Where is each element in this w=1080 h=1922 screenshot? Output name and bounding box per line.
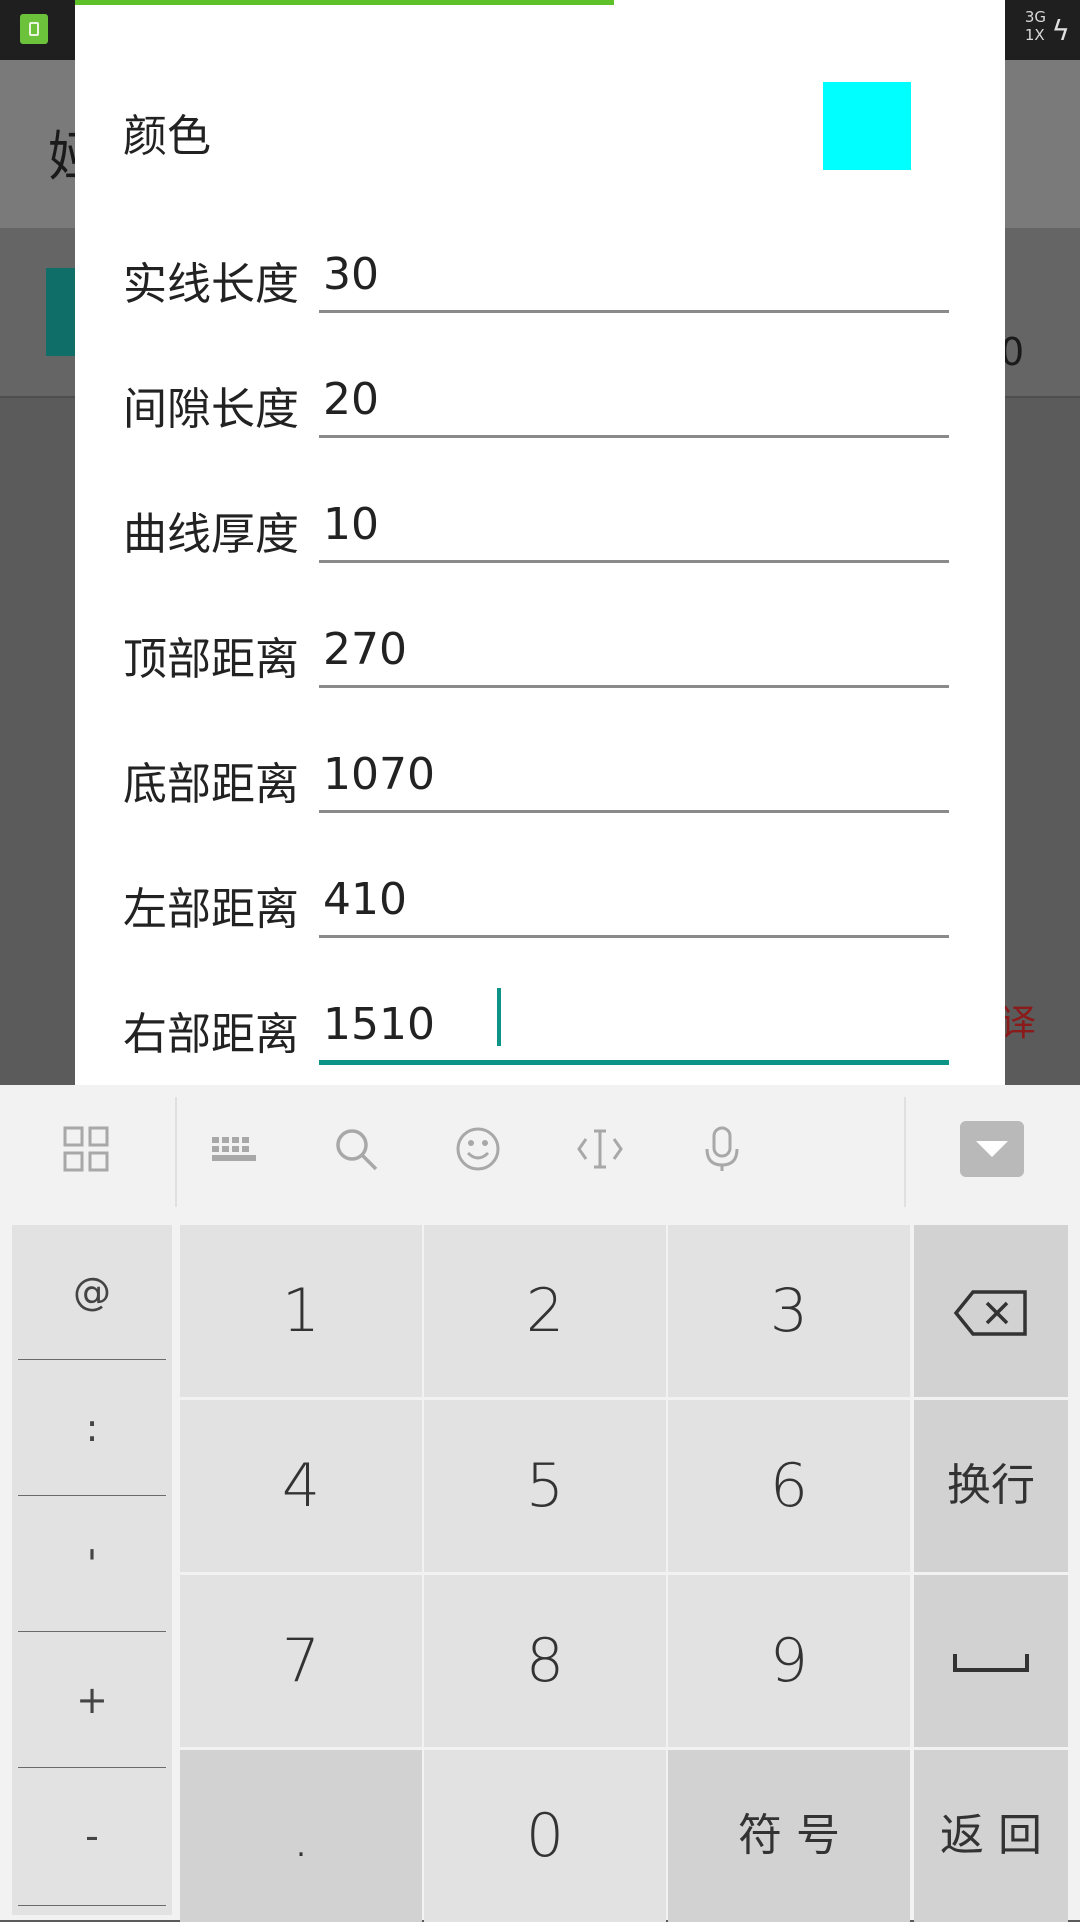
key-dot[interactable]: . (180, 1750, 422, 1922)
field-solid-length: 实线长度 (123, 222, 963, 322)
space-icon (953, 1654, 1029, 1672)
cursor-icon[interactable] (570, 1125, 630, 1185)
field-right-distance: 右部距离 (123, 972, 963, 1072)
key-minus[interactable]: - (12, 1769, 172, 1903)
dialog-progress-bar (75, 0, 1005, 5)
grid-icon[interactable] (56, 1125, 116, 1185)
battery-icon (20, 14, 48, 44)
enter-key[interactable]: 换行 (914, 1400, 1068, 1572)
left-distance-input[interactable] (319, 869, 949, 938)
network-label-3g: 3G (1024, 8, 1046, 26)
symbol-divider (18, 1495, 166, 1496)
key-at[interactable]: @ (12, 1225, 172, 1359)
line-settings-dialog: 颜色 实线长度 间隙长度 曲线厚度 顶部距离 底部距离 左部距离 右部距离 (75, 0, 1005, 1085)
emoji-icon[interactable] (448, 1125, 508, 1185)
field-label: 左部距离 (123, 884, 299, 935)
symbol-divider (18, 1767, 166, 1768)
back-key[interactable]: 返 回 (914, 1750, 1068, 1922)
toolbar-divider (904, 1097, 906, 1207)
gap-length-input[interactable] (319, 369, 949, 438)
key-2[interactable]: 2 (424, 1225, 666, 1397)
field-gap-length: 间隙长度 (123, 347, 963, 447)
field-label: 底部距离 (123, 759, 299, 810)
key-4[interactable]: 4 (180, 1400, 422, 1572)
search-icon[interactable] (326, 1125, 386, 1185)
solid-length-input[interactable] (319, 244, 949, 313)
network-label-1x: 1X (1024, 26, 1045, 44)
keyboard-icon[interactable] (204, 1125, 264, 1185)
key-6[interactable]: 6 (668, 1400, 910, 1572)
charging-icon: ϟ (1051, 14, 1070, 47)
curve-thickness-input[interactable] (319, 494, 949, 563)
field-label: 右部距离 (123, 1009, 299, 1060)
key-1[interactable]: 1 (180, 1225, 422, 1397)
symbol-column: @ : ' + - (12, 1225, 172, 1915)
field-left-distance: 左部距离 (123, 847, 963, 947)
key-0[interactable]: 0 (424, 1750, 666, 1922)
progress-fill (75, 0, 615, 5)
microphone-icon[interactable] (692, 1125, 752, 1185)
field-label: 曲线厚度 (123, 509, 299, 560)
key-9[interactable]: 9 (668, 1575, 910, 1747)
symbol-divider (18, 1631, 166, 1632)
toolbar-divider (175, 1097, 177, 1207)
background-red-text: 译 (1000, 1003, 1037, 1044)
key-7[interactable]: 7 (180, 1575, 422, 1747)
field-top-distance: 顶部距离 (123, 597, 963, 697)
bottom-distance-input[interactable] (319, 744, 949, 813)
symbol-divider (18, 1905, 166, 1906)
field-curve-thickness: 曲线厚度 (123, 472, 963, 572)
keyboard-toolbar (0, 1085, 1080, 1220)
collapse-keyboard-icon[interactable] (960, 1121, 1024, 1177)
key-3[interactable]: 3 (668, 1225, 910, 1397)
text-caret (497, 988, 501, 1046)
key-colon[interactable]: : (12, 1361, 172, 1495)
backspace-key[interactable] (914, 1225, 1068, 1397)
symbol-key[interactable]: 符 号 (668, 1750, 910, 1922)
symbol-divider (18, 1359, 166, 1360)
key-5[interactable]: 5 (424, 1400, 666, 1572)
field-bottom-distance: 底部距离 (123, 722, 963, 822)
field-label: 实线长度 (123, 259, 299, 310)
color-swatch[interactable] (823, 82, 911, 170)
right-distance-input[interactable] (319, 994, 949, 1065)
network-indicator: 3G 1X (1025, 8, 1046, 44)
backspace-icon (953, 1290, 1027, 1336)
key-apostrophe[interactable]: ' (12, 1497, 172, 1631)
top-distance-input[interactable] (319, 619, 949, 688)
color-label: 颜色 (123, 111, 211, 162)
soft-keyboard: @ : ' + - 1 2 3 4 5 6 换行 7 8 9 . 0 符 号 返… (0, 1085, 1080, 1922)
key-plus[interactable]: + (12, 1633, 172, 1767)
space-key[interactable] (914, 1575, 1068, 1747)
key-8[interactable]: 8 (424, 1575, 666, 1747)
field-label: 间隙长度 (123, 384, 299, 435)
field-label: 顶部距离 (123, 634, 299, 685)
